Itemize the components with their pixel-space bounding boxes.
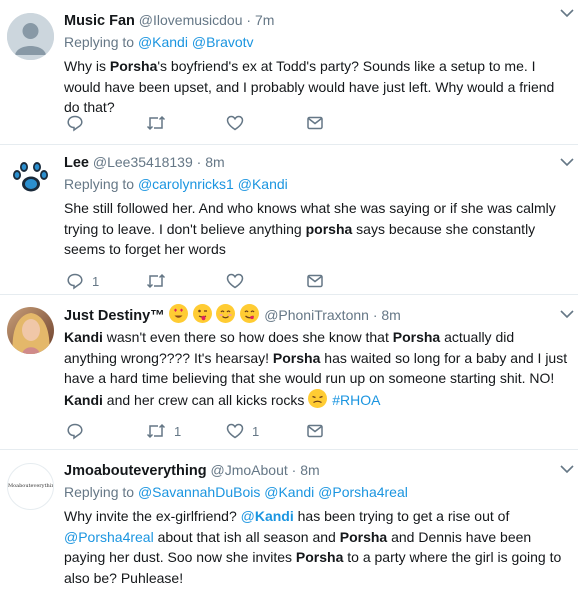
winking-tongue-emoji-icon — [192, 304, 212, 323]
timestamp[interactable]: 7m — [255, 12, 274, 28]
reply-button[interactable]: 1 — [66, 271, 99, 291]
smiling-emoji-icon — [216, 304, 236, 323]
envelope-icon — [307, 274, 323, 288]
heart-eyes-emoji-icon — [168, 304, 188, 323]
like-button[interactable]: 1 — [226, 421, 259, 441]
avatar[interactable] — [7, 307, 54, 354]
retweet-icon — [146, 273, 166, 289]
tweet-1[interactable]: Music Fan @Ilovemusicdou · 7m Replying t… — [0, 0, 578, 145]
profile-photo-icon — [7, 307, 54, 354]
reply-button[interactable] — [66, 113, 92, 133]
direct-message-button[interactable] — [306, 271, 324, 291]
username[interactable]: @Ilovemusicdou — [139, 12, 243, 28]
text-link[interactable]: Kandi — [255, 508, 294, 524]
mention-link[interactable]: @Porsha4real — [318, 484, 408, 500]
like-button[interactable] — [226, 271, 252, 291]
heart-icon — [226, 273, 244, 289]
timestamp[interactable]: 8m — [300, 462, 319, 478]
text-link[interactable]: @Porsha4real — [64, 529, 154, 545]
chevron-down-icon[interactable] — [560, 8, 574, 18]
username[interactable]: @Lee35418139 — [93, 154, 193, 170]
username[interactable]: @JmoAbout — [211, 462, 288, 478]
text-link[interactable]: #RHOA — [332, 392, 380, 408]
retweet-button[interactable] — [146, 113, 174, 133]
tweet-header: Jmoabouteverything @JmoAbout · 8m — [64, 462, 320, 479]
default-avatar-icon — [7, 13, 54, 60]
chevron-down-icon[interactable] — [560, 309, 574, 319]
direct-message-button[interactable] — [306, 113, 324, 133]
paw-print-icon — [7, 153, 54, 200]
avatar[interactable]: Moabouteverything — [7, 463, 54, 510]
avatar[interactable] — [7, 13, 54, 60]
envelope-icon — [307, 116, 323, 130]
replying-to: Replying to @Kandi @Bravotv — [64, 34, 254, 50]
reply-icon — [67, 115, 83, 132]
tweet-text: Kandi wasn't even there so how does she … — [64, 329, 568, 408]
name-emojis — [168, 304, 261, 324]
retweet-button[interactable] — [146, 271, 174, 291]
envelope-icon — [307, 424, 323, 438]
timestamp[interactable]: 8m — [381, 307, 400, 323]
tweet-3[interactable]: Just Destiny™ @PhoniTraxtonn · 8m Kandi … — [0, 295, 578, 450]
display-name[interactable]: Jmoabouteverything — [64, 463, 207, 479]
mention-link[interactable]: @Kandi — [238, 176, 288, 192]
chevron-down-icon[interactable] — [560, 464, 574, 474]
timestamp[interactable]: 8m — [205, 154, 224, 170]
reply-icon — [67, 423, 83, 440]
tweet-header: Just Destiny™ @PhoniTraxtonn · 8m — [64, 304, 568, 324]
yum-emoji-icon — [240, 304, 260, 323]
display-name[interactable]: Just Destiny™ — [64, 308, 165, 324]
chevron-down-icon[interactable] — [560, 157, 574, 167]
display-name[interactable]: Music Fan — [64, 13, 135, 29]
like-button[interactable] — [226, 113, 252, 133]
reply-icon — [67, 273, 83, 290]
avatar[interactable] — [7, 153, 54, 200]
tweet-actions — [64, 113, 364, 133]
tweet-actions: 1 — [64, 271, 364, 291]
mention-link[interactable]: @Bravotv — [192, 34, 254, 50]
retweet-button[interactable]: 1 — [146, 421, 181, 441]
replying-to: Replying to @SavannahDuBois @Kandi @Pors… — [64, 484, 408, 500]
persevering-face-emoji-icon — [308, 388, 328, 408]
mention-link[interactable]: @SavannahDuBois — [138, 484, 260, 500]
mention-link[interactable]: @Kandi — [138, 34, 188, 50]
retweet-icon — [146, 423, 166, 439]
tweet-header: Lee @Lee35418139 · 8m — [64, 154, 225, 171]
reply-button[interactable] — [66, 421, 92, 441]
replying-to: Replying to @carolynricks1 @Kandi — [64, 176, 288, 192]
tweet-actions: 1 1 — [64, 421, 364, 441]
tweet-text: She still followed her. And who knows wh… — [64, 200, 556, 257]
display-name[interactable]: Lee — [64, 155, 89, 171]
heart-icon — [226, 115, 244, 131]
text-link[interactable]: @ — [241, 508, 255, 524]
tweet-header: Music Fan @Ilovemusicdou · 7m — [64, 12, 275, 29]
avatar-text: Moabouteverything — [8, 483, 54, 489]
retweet-icon — [146, 115, 166, 131]
tweet-2[interactable]: Lee @Lee35418139 · 8m Replying to @carol… — [0, 145, 578, 295]
tweet-text: Why is Porsha's boyfriend's ex at Todd's… — [64, 58, 555, 115]
tweet-4[interactable]: Moabouteverything Jmoabouteverything @Jm… — [0, 450, 578, 592]
tweet-text: Why invite the ex-girlfriend? @Kandi has… — [64, 508, 562, 586]
heart-icon — [226, 423, 244, 439]
direct-message-button[interactable] — [306, 421, 324, 441]
mention-link[interactable]: @carolynricks1 — [138, 176, 234, 192]
mention-link[interactable]: @Kandi — [264, 484, 314, 500]
username[interactable]: @PhoniTraxtonn — [264, 307, 369, 323]
